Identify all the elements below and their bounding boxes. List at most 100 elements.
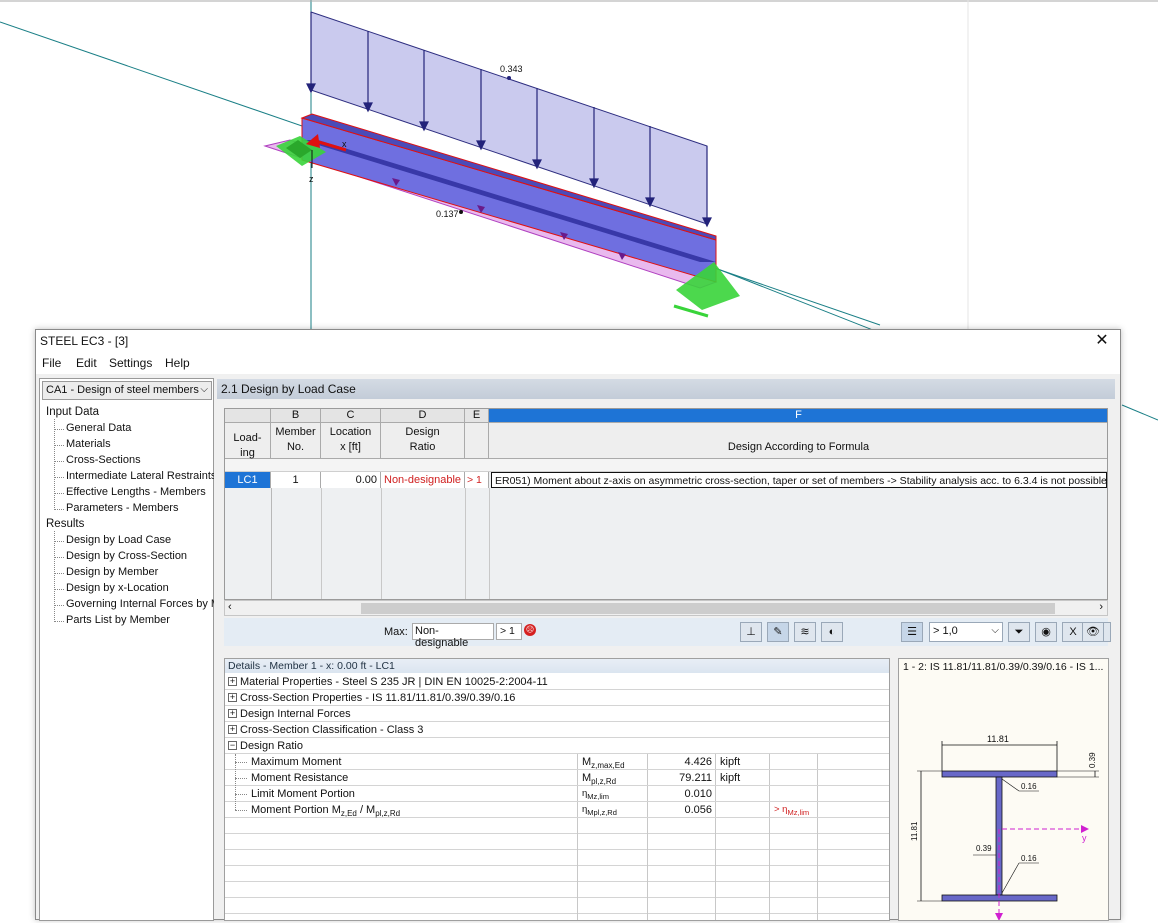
cross-section-drawing: 11.81 0.39 11.81 0.16 0.39 0.16 y: [910, 734, 1099, 920]
nav-item-parameters[interactable]: Parameters - Members: [66, 502, 178, 514]
row-ratio-flag: > 1: [465, 472, 489, 488]
scroll-right-icon[interactable]: ›: [1099, 601, 1103, 613]
cross-section-panel: 1 - 2: IS 11.81/11.81/0.39/0.39/0.16 - I…: [898, 658, 1109, 921]
section-title: 2.1 Design by Load Case: [217, 379, 1115, 399]
nav-item-governing-forces[interactable]: Governing Internal Forces by M: [66, 598, 214, 610]
results-toolbar: Max: Non-designable > 1 ☹ ⊥ ✎ ≋ ◐ ☰ > 1,…: [224, 618, 1111, 649]
detail-limit-moment-row: Limit Moment Portion ηMz,lim 0.010: [225, 786, 889, 802]
dim-height: 11.81: [910, 821, 919, 841]
nav-item-lateral-restraints[interactable]: Intermediate Lateral Restraints: [66, 470, 214, 482]
menu-edit[interactable]: Edit: [76, 356, 97, 370]
max-flag: > 1: [496, 623, 522, 640]
header-loading: Load-ing: [225, 423, 271, 459]
header-design-ratio: Design Ratio: [381, 423, 465, 459]
dim-web: 0.39: [976, 844, 992, 853]
close-button[interactable]: ✕: [1088, 330, 1116, 352]
detail-moment-resistance-row: Moment Resistance Mpl,z,Rd 79.211 kipft: [225, 770, 889, 786]
dim-width: 11.81: [987, 734, 1009, 744]
menu-help[interactable]: Help: [165, 356, 190, 370]
case-select-value: CA1 - Design of steel members: [46, 384, 199, 396]
nav-item-general-data[interactable]: General Data: [66, 422, 131, 434]
nav-item-design-by-load-case[interactable]: Design by Load Case: [66, 534, 171, 546]
dim-weld-top: 0.16: [1021, 782, 1037, 791]
results-table: B C D E F Load-ing Member No. Location x […: [224, 408, 1108, 600]
nav-item-design-by-x-location[interactable]: Design by x-Location: [66, 582, 169, 594]
expand-plus-icon[interactable]: +: [228, 677, 237, 686]
table-settings-icon[interactable]: ☰: [901, 622, 923, 642]
dim-weld-bottom: 0.16: [1021, 854, 1037, 863]
tree-group-input-data[interactable]: Input Data: [46, 406, 99, 418]
filter-icon[interactable]: ⏷: [1008, 622, 1030, 642]
dim-flange: 0.39: [1088, 752, 1097, 768]
nav-item-materials[interactable]: Materials: [66, 438, 111, 450]
scroll-left-icon[interactable]: ‹: [228, 601, 232, 613]
expand-plus-icon[interactable]: +: [228, 725, 237, 734]
header-location: Location x [ft]: [321, 423, 381, 459]
axis-y-label: y: [1082, 833, 1087, 843]
excel-export-icon[interactable]: X: [1062, 622, 1084, 642]
menu-file[interactable]: File: [42, 356, 61, 370]
window-title: STEEL EC3 - [3]: [40, 334, 129, 348]
row-formula[interactable]: ER051) Moment about z-axis on asymmetric…: [491, 472, 1107, 488]
load-value-top: 0.343: [500, 64, 523, 74]
member-load-value: 0.137: [436, 209, 459, 219]
local-z-label: z: [309, 174, 314, 184]
detail-moment-portion-row: Moment Portion Mz,Ed / Mpl,z,Rd ηMpl,z,R…: [225, 802, 889, 818]
case-select[interactable]: CA1 - Design of steel members ⌵: [42, 381, 212, 400]
expand-plus-icon[interactable]: +: [228, 693, 237, 702]
tree-group-results[interactable]: Results: [46, 518, 84, 530]
row-loading-lc1[interactable]: LC1: [225, 472, 271, 488]
beam-support-icon[interactable]: ⊥: [740, 622, 762, 642]
menu-bar: File Edit Settings Help: [36, 352, 1120, 374]
member-view-icon[interactable]: ✎: [767, 622, 789, 642]
max-value-field: Non-designable: [412, 623, 494, 649]
chevron-down-icon: ⌵: [991, 625, 999, 636]
header-member: Member No.: [271, 423, 321, 459]
row-location[interactable]: 0.00: [321, 472, 381, 488]
col-letter-e: E: [465, 409, 489, 423]
ratio-filter-select[interactable]: > 1,0 ⌵: [929, 622, 1003, 642]
model-axis-line-right: [1121, 404, 1158, 421]
nav-item-effective-lengths[interactable]: Effective Lengths - Members: [66, 486, 206, 498]
scrollbar-thumb[interactable]: [361, 603, 1055, 614]
ratio-filter-value: > 1,0: [933, 625, 958, 637]
navigator-tree: Input Data General Data Materials Cross-…: [40, 403, 214, 918]
detail-classification-row[interactable]: + Cross-Section Classification - Class 3: [225, 722, 889, 738]
header-formula: Design According to Formula: [489, 423, 1107, 459]
row-member-no[interactable]: 1: [271, 472, 321, 488]
row-design-ratio[interactable]: Non-designable: [381, 472, 465, 488]
chevron-down-icon: ⌵: [200, 384, 208, 395]
detail-cross-section-row[interactable]: + Cross-Section Properties - IS 11.81/11.…: [225, 690, 889, 706]
detail-material-row[interactable]: + Material Properties - Steel S 235 JR | …: [225, 674, 889, 690]
load-value-point: [507, 76, 511, 80]
col-letter-d: D: [381, 409, 465, 423]
detail-design-ratio-row[interactable]: − Design Ratio: [225, 738, 889, 754]
steel-ec3-window: STEEL EC3 - [3] ✕ File Edit Settings Hel…: [35, 329, 1121, 921]
local-x-label: x: [342, 139, 347, 149]
display-options-icon[interactable]: ◐: [821, 622, 843, 642]
detail-internal-forces-row[interactable]: + Design Internal Forces: [225, 706, 889, 722]
details-title: Details - Member 1 - x: 0.00 ft - LC1: [225, 659, 889, 673]
nav-item-cross-sections[interactable]: Cross-Sections: [66, 454, 141, 466]
col-letter-c: C: [321, 409, 381, 423]
color-scale-icon[interactable]: ◉: [1035, 622, 1057, 642]
member-value-point: [459, 210, 463, 214]
error-icon: ☹: [524, 624, 536, 636]
details-panel: Details - Member 1 - x: 0.00 ft - LC1 + M…: [224, 658, 890, 921]
nav-item-parts-list[interactable]: Parts List by Member: [66, 614, 170, 626]
collapse-minus-icon[interactable]: −: [228, 741, 237, 750]
menu-settings[interactable]: Settings: [109, 356, 152, 370]
title-bar[interactable]: STEEL EC3 - [3] ✕: [36, 330, 1120, 352]
col-letter-b: B: [271, 409, 321, 423]
section-view-icon[interactable]: ≋: [794, 622, 816, 642]
detail-max-moment-row: Maximum Moment Mz,max,Ed 4.426 kipft: [225, 754, 889, 770]
nav-item-design-by-cross-section[interactable]: Design by Cross-Section: [66, 550, 187, 562]
col-letter-f[interactable]: F: [489, 409, 1107, 423]
expand-plus-icon[interactable]: +: [228, 709, 237, 718]
max-label: Max:: [384, 626, 408, 638]
view-eye-icon[interactable]: 👁: [1082, 622, 1104, 642]
navigator-panel: CA1 - Design of steel members ⌵ Input Da…: [39, 378, 214, 921]
nav-item-design-by-member[interactable]: Design by Member: [66, 566, 158, 578]
horizontal-scrollbar[interactable]: ‹ ›: [224, 600, 1108, 616]
top-flange: [941, 770, 1058, 778]
